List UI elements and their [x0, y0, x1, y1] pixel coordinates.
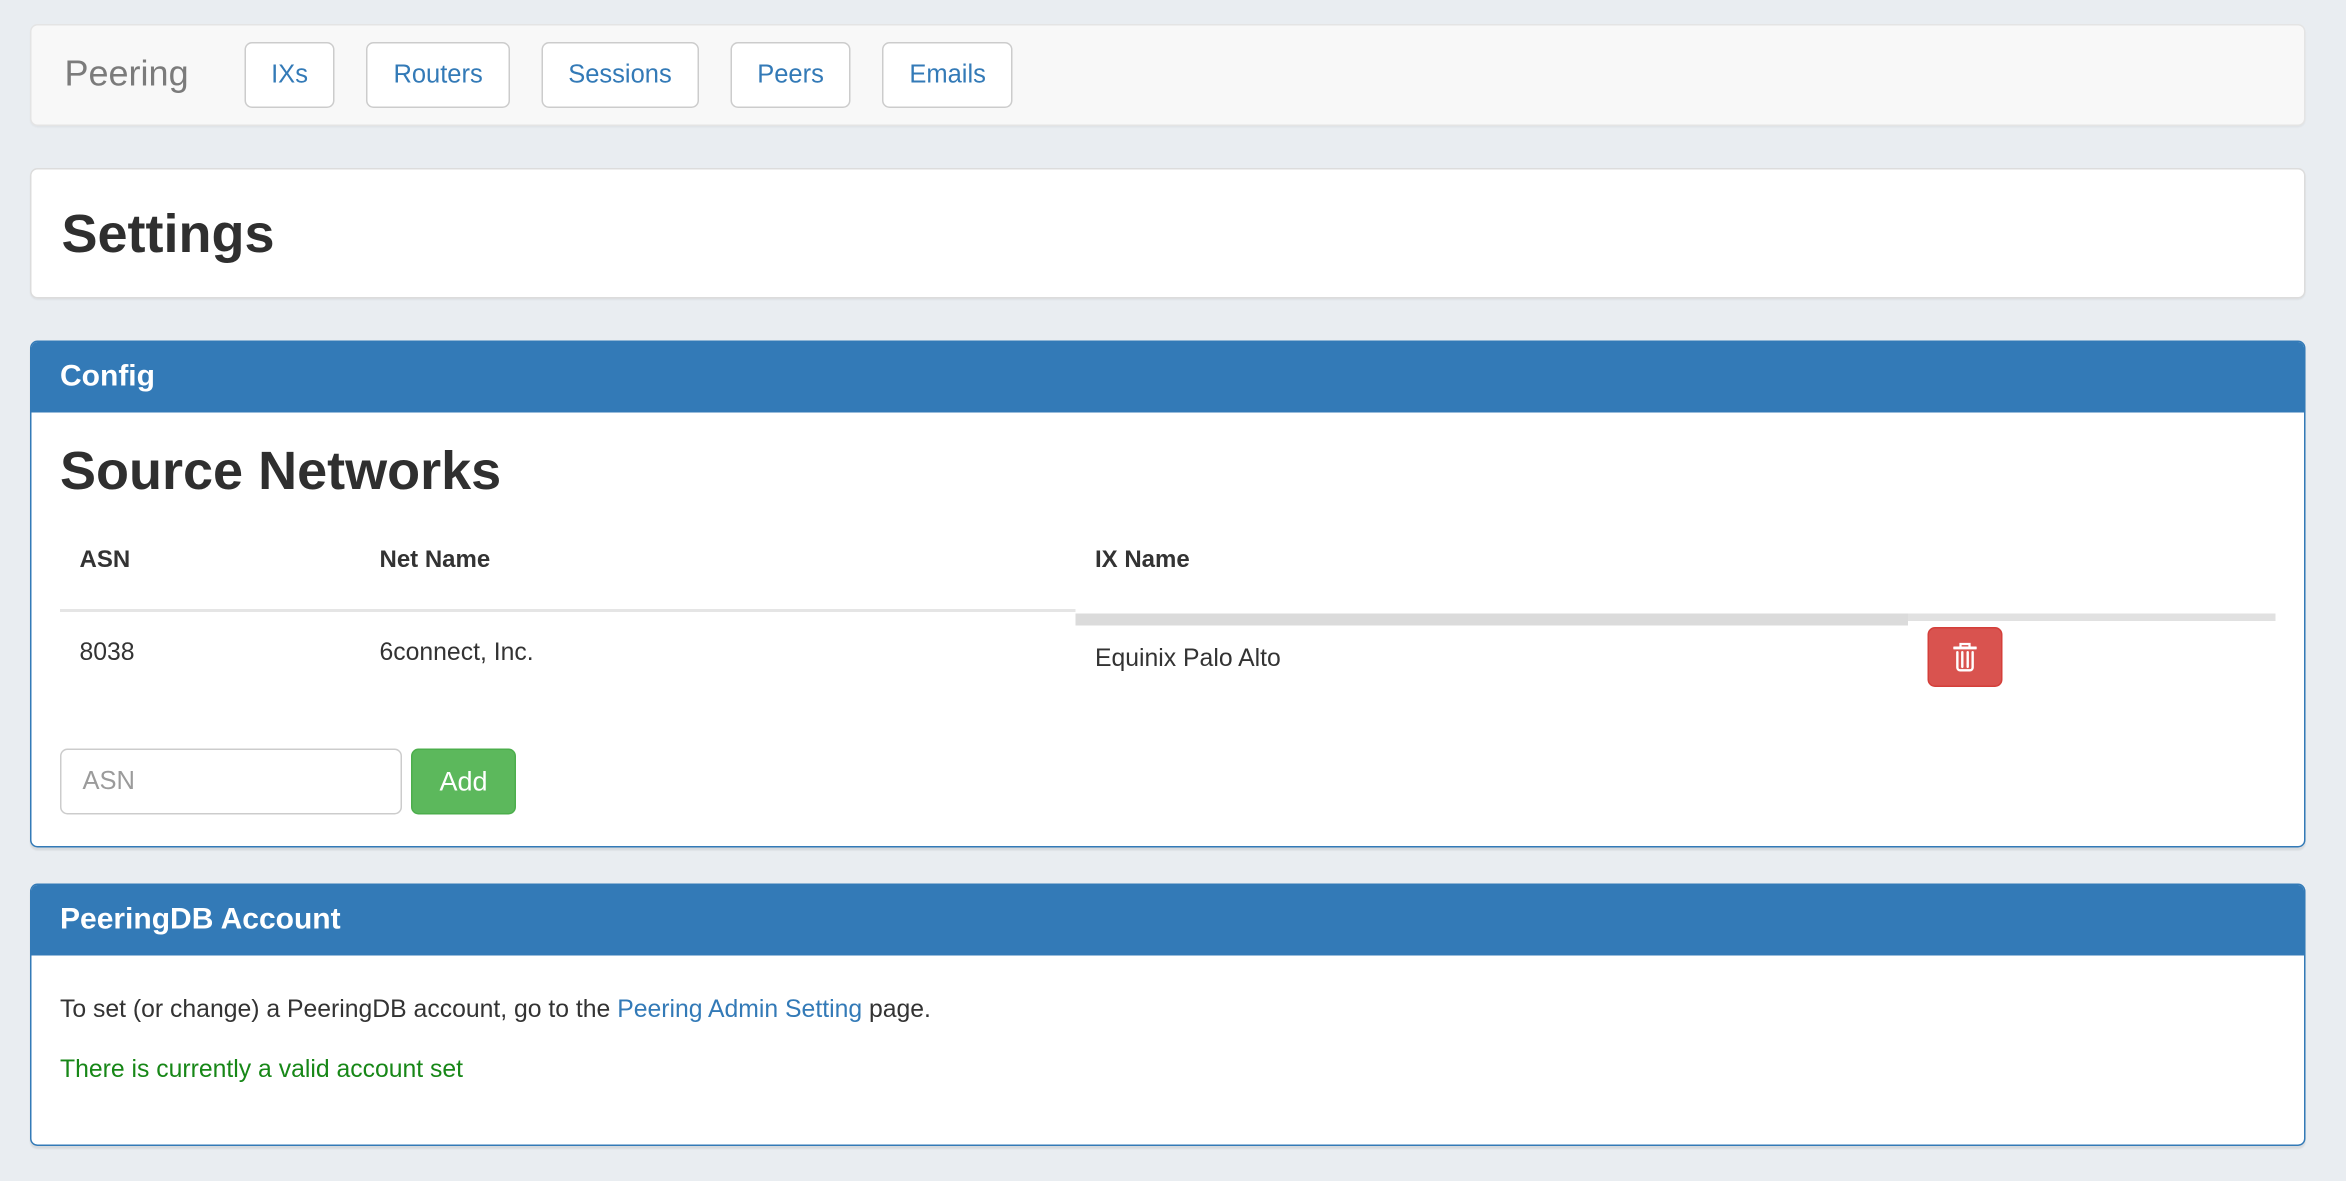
settings-panel: Settings: [30, 168, 2306, 299]
column-header-actions: [1908, 531, 2276, 608]
page-title: Settings: [62, 202, 275, 265]
instructions-before-link: To set (or change) a PeeringDB account, …: [60, 996, 617, 1023]
header-divider-left: [60, 609, 1076, 612]
column-header-ix-name: IX Name: [1076, 531, 1909, 608]
header-divider-actions: [1908, 614, 2276, 622]
peeringdb-panel-body: To set (or change) a PeeringDB account, …: [32, 956, 2305, 1145]
source-networks-table: ASN Net Name IX Name 8038 6connect, Inc.…: [60, 531, 2276, 687]
config-panel-body: Source Networks ASN Net Name IX Name 803…: [32, 413, 2305, 847]
navbar-brand: Peering: [65, 54, 189, 96]
account-status-message: There is currently a valid account set: [60, 1055, 2276, 1085]
nav-button-peers[interactable]: Peers: [730, 42, 851, 108]
add-button[interactable]: Add: [411, 749, 516, 815]
cell-asn: 8038: [60, 608, 360, 688]
config-panel: Config Source Networks ASN Net Name IX N…: [30, 341, 2306, 848]
delete-source-network-button[interactable]: [1928, 627, 2003, 687]
peeringdb-instructions: To set (or change) a PeeringDB account, …: [60, 995, 2276, 1025]
nav-buttons: IXs Routers Sessions Peers Emails: [244, 42, 1044, 108]
nav-button-emails[interactable]: Emails: [882, 42, 1013, 108]
source-networks-title: Source Networks: [60, 440, 2276, 502]
peering-navbar: Peering IXs Routers Sessions Peers Emails: [30, 24, 2306, 126]
instructions-after-link: page.: [862, 996, 931, 1023]
nav-button-ixs[interactable]: IXs: [244, 42, 335, 108]
trash-icon: [1952, 641, 1979, 673]
asn-input[interactable]: [60, 749, 402, 815]
page: Peering IXs Routers Sessions Peers Emails Se…: [0, 0, 2346, 1181]
nav-button-routers[interactable]: Routers: [366, 42, 509, 108]
header-divider-ix: [1076, 614, 1909, 626]
peeringdb-panel-heading: PeeringDB Account: [32, 885, 2305, 956]
column-header-asn: ASN: [60, 531, 360, 608]
peeringdb-panel: PeeringDB Account To set (or change) a P…: [30, 884, 2306, 1147]
table-header-row: ASN Net Name IX Name: [60, 531, 2276, 608]
config-panel-heading: Config: [32, 342, 2305, 413]
add-source-network-form: Add: [60, 749, 2276, 815]
nav-button-sessions[interactable]: Sessions: [541, 42, 698, 108]
cell-net-name: 6connect, Inc.: [360, 608, 1076, 688]
peering-admin-setting-link[interactable]: Peering Admin Setting: [617, 996, 862, 1023]
column-header-net-name: Net Name: [360, 531, 1076, 608]
